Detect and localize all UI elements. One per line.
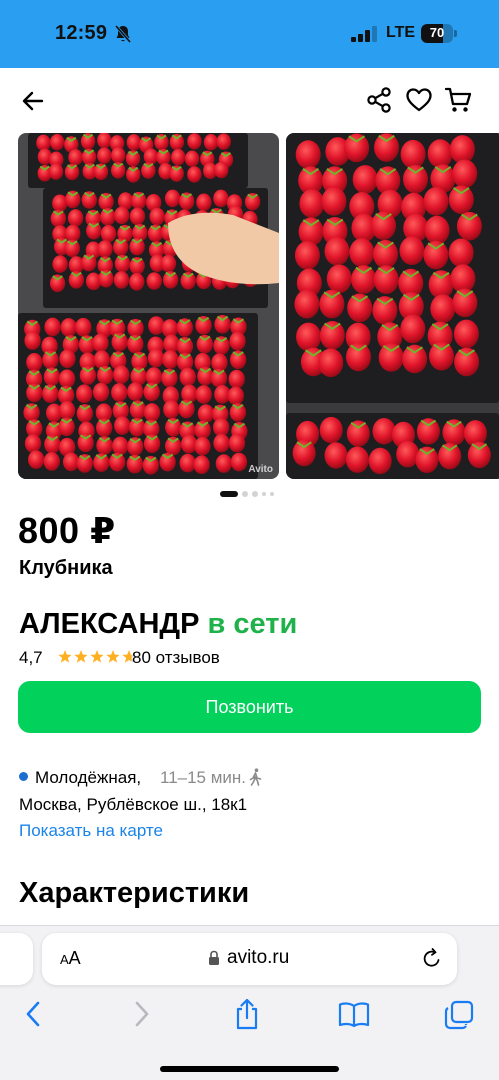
call-button[interactable]: Позвонить: [18, 681, 481, 733]
seller-header[interactable]: АЛЕКСАНДР в сети: [19, 608, 297, 641]
listing-photo[interactable]: Avito: [18, 133, 279, 479]
pagination-dot: [270, 492, 274, 496]
home-indicator: [160, 1066, 339, 1072]
show-on-map-link[interactable]: Показать на карте: [19, 821, 163, 841]
bell-slash-icon: [114, 25, 132, 43]
lock-icon: [209, 950, 219, 965]
address: Москва, Рублёвское ш., 18к1: [19, 795, 248, 814]
strawberry-photo: [286, 133, 499, 479]
gallery-pagination: [220, 491, 290, 497]
pagination-dot: [262, 492, 266, 496]
rating-value: 4,7: [19, 648, 43, 667]
reviews-count[interactable]: 80 отзывов: [132, 648, 220, 668]
tabs-icon[interactable]: [444, 1000, 474, 1030]
status-time: 12:59: [55, 22, 108, 44]
cart-icon[interactable]: [444, 86, 473, 114]
star-icon: [90, 650, 104, 663]
online-status: в сети: [207, 608, 298, 640]
heart-icon[interactable]: [405, 87, 433, 113]
share-icon[interactable]: [234, 998, 260, 1030]
star-rating-icon: [58, 650, 136, 663]
battery-level: 70: [429, 25, 445, 40]
listing-title: Клубника: [19, 557, 113, 579]
battery-icon: 70: [421, 24, 457, 43]
arrow-left-icon[interactable]: [20, 88, 46, 114]
chevron-left-icon[interactable]: [24, 1000, 42, 1028]
seller-name[interactable]: АЛЕКСАНДР: [19, 608, 199, 640]
status-bar: 12:59 LTE 70: [0, 0, 499, 68]
pagination-dot: [242, 491, 248, 497]
star-icon: [106, 650, 120, 663]
book-icon[interactable]: [338, 1000, 370, 1028]
price: 800 ₽: [18, 510, 116, 551]
address-bar[interactable]: AA avito.ru: [42, 933, 457, 985]
star-icon: [58, 650, 72, 663]
signal-icon: [351, 26, 377, 42]
strawberry-photo: [18, 133, 279, 479]
share-icon[interactable]: [365, 86, 393, 114]
pagination-dot: [220, 491, 238, 497]
chevron-right-icon[interactable]: [133, 1000, 151, 1028]
reload-icon[interactable]: [422, 948, 442, 969]
metro-name: Молодёжная,: [35, 768, 142, 787]
watermark: Avito: [248, 464, 273, 475]
star-icon: [74, 650, 88, 663]
pagination-dot: [252, 491, 258, 497]
listing-photo[interactable]: [286, 133, 499, 479]
characteristics-heading: Характеристики: [19, 877, 250, 909]
metro-walk-time: 11–15 мин.: [160, 768, 247, 787]
network-type: LTE: [386, 24, 416, 41]
previous-tab-pill[interactable]: [0, 933, 33, 985]
walking-icon: [249, 768, 262, 786]
metro-line-dot: [19, 772, 28, 781]
text-size-button[interactable]: AA: [60, 948, 81, 969]
url-text[interactable]: avito.ru: [227, 947, 289, 969]
